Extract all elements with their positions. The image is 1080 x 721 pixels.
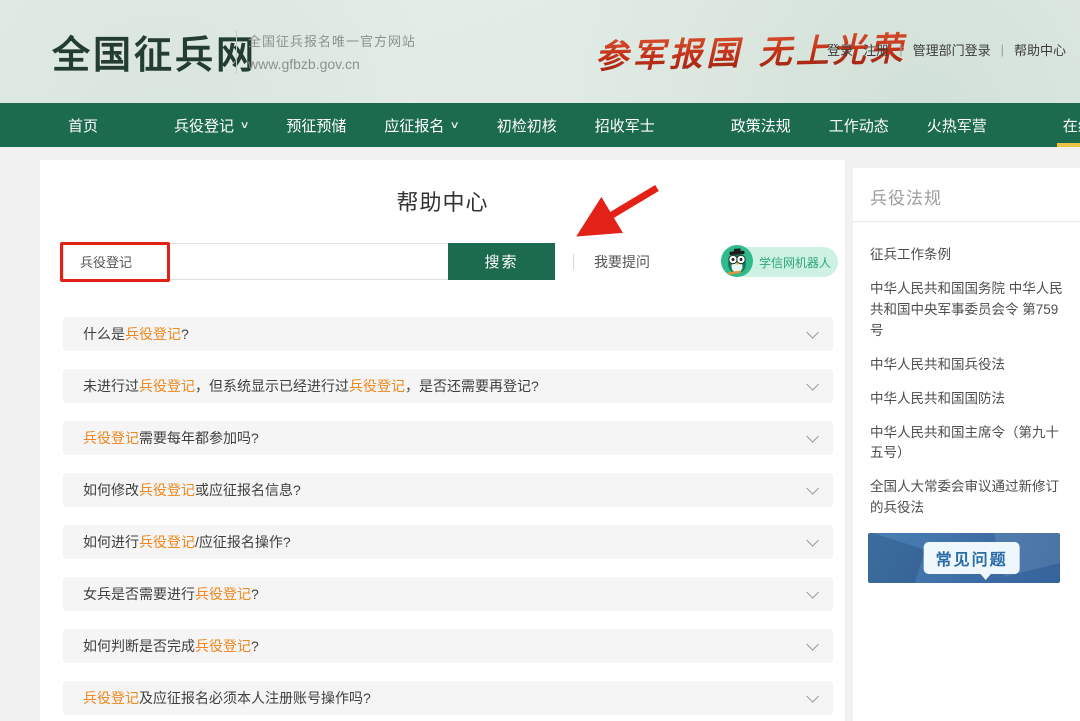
ask-question-link[interactable]: 我要提问 bbox=[594, 252, 650, 272]
nav-item-招收军士[interactable]: 招收军士 bbox=[595, 103, 655, 147]
chevron-down-icon[interactable] bbox=[806, 430, 819, 443]
ask-separator bbox=[573, 254, 574, 270]
logo-divider bbox=[236, 30, 237, 74]
chevron-down-icon[interactable] bbox=[806, 482, 819, 495]
faq-question-text: 兵役登记及应征报名必须本人注册账号操作吗? bbox=[83, 688, 806, 708]
faq-item[interactable]: 如何判断是否完成兵役登记? bbox=[63, 629, 833, 663]
law-link[interactable]: 全国人大常委会审议通过新修订的兵役法 bbox=[870, 477, 1063, 519]
nav-item-火热军营[interactable]: 火热军营 bbox=[927, 103, 987, 147]
chevron-down-icon[interactable] bbox=[806, 638, 819, 651]
highlighted-keyword: 兵役登记 bbox=[83, 430, 139, 446]
faq-banner-label: 常见问题 bbox=[924, 542, 1020, 574]
link-separator: | bbox=[899, 42, 902, 57]
faq-question-text: 如何进行兵役登记/应征报名操作? bbox=[83, 532, 806, 552]
highlighted-keyword: 兵役登记 bbox=[83, 690, 139, 706]
nav-item-label: 初检初核 bbox=[497, 115, 557, 136]
page: 全国征兵网 全国征兵报名唯一官方网站 www.gfbzb.gov.cn 参军报国… bbox=[0, 0, 1080, 721]
faq-item[interactable]: 如何修改兵役登记或应征报名信息? bbox=[63, 473, 833, 507]
nav-item-初检初核[interactable]: 初检初核 bbox=[497, 103, 557, 147]
highlighted-keyword: 兵役登记 bbox=[349, 378, 405, 394]
faq-question-text: 如何修改兵役登记或应征报名信息? bbox=[83, 480, 806, 500]
help-center-panel: 帮助中心 搜索 我要提问 学信网机器人 bbox=[40, 160, 845, 721]
chevron-down-icon[interactable] bbox=[806, 690, 819, 703]
chevron-down-icon: ∨ bbox=[450, 120, 460, 131]
admin-login-link[interactable]: 管理部门登录 bbox=[913, 40, 991, 59]
highlighted-keyword: 兵役登记 bbox=[139, 378, 195, 394]
search-button[interactable]: 搜索 bbox=[448, 243, 555, 280]
nav-item-label: 招收军士 bbox=[595, 115, 655, 136]
faq-item[interactable]: 兵役登记需要每年都参加吗? bbox=[63, 421, 833, 455]
robot-assistant-label: 学信网机器人 bbox=[759, 254, 831, 271]
chevron-down-icon[interactable] bbox=[806, 326, 819, 339]
nav-item-在线咨询[interactable]: 在线咨询 bbox=[1063, 103, 1080, 147]
sidebar-title: 兵役法规 bbox=[853, 168, 1080, 221]
owl-robot-icon bbox=[720, 244, 754, 278]
nav-item-label: 工作动态 bbox=[829, 115, 889, 136]
nav-item-label: 政策法规 bbox=[731, 115, 791, 136]
chevron-down-icon: ∨ bbox=[240, 120, 250, 131]
link-separator: | bbox=[1001, 42, 1004, 57]
nav-item-政策法规[interactable]: 政策法规 bbox=[731, 103, 791, 147]
faq-item[interactable]: 未进行过兵役登记，但系统显示已经进行过兵役登记，是否还需要再登记? bbox=[63, 369, 833, 403]
law-link[interactable]: 中华人民共和国国务院 中华人民共和国中央军事委员会令 第759号 bbox=[870, 279, 1063, 342]
tagline-text: 全国征兵报名唯一官方网站 bbox=[248, 31, 416, 50]
robot-assistant-badge[interactable]: 学信网机器人 bbox=[722, 247, 838, 277]
faq-item[interactable]: 什么是兵役登记? bbox=[63, 317, 833, 351]
main-nav: 首页 兵役登记 ∨ 预征预储 应征报名 ∨ 初检初核 招收军士 政策法规 工作动态 火热军营 在线咨询… bbox=[0, 103, 1080, 147]
site-header: 全国征兵网 全国征兵报名唯一官方网站 www.gfbzb.gov.cn 参军报国… bbox=[0, 0, 1080, 103]
highlighted-keyword: 兵役登记 bbox=[195, 638, 251, 654]
chevron-down-icon[interactable] bbox=[806, 378, 819, 391]
faq-item[interactable]: 兵役登记及应征报名必须本人注册账号操作吗? bbox=[63, 681, 833, 715]
site-tagline: 全国征兵报名唯一官方网站 www.gfbzb.gov.cn bbox=[248, 31, 416, 72]
sidebar: 兵役法规 征兵工作条例中华人民共和国国务院 中华人民共和国中央军事委员会令 第7… bbox=[853, 168, 1080, 721]
nav-item-首页[interactable]: 首页 bbox=[68, 103, 98, 147]
faq-question-text: 如何判断是否完成兵役登记? bbox=[83, 636, 806, 656]
nav-item-预征预储[interactable]: 预征预储 bbox=[286, 103, 346, 147]
law-link[interactable]: 中华人民共和国主席令（第九十五号） bbox=[870, 423, 1063, 465]
nav-item-label: 火热军营 bbox=[927, 115, 987, 136]
site-url: www.gfbzb.gov.cn bbox=[248, 56, 416, 72]
faq-question-text: 什么是兵役登记? bbox=[83, 324, 806, 344]
nav-item-工作动态[interactable]: 工作动态 bbox=[829, 103, 889, 147]
highlighted-keyword: 兵役登记 bbox=[139, 482, 195, 498]
faq-question-text: 未进行过兵役登记，但系统显示已经进行过兵役登记，是否还需要再登记? bbox=[83, 376, 806, 396]
highlighted-keyword: 兵役登记 bbox=[125, 326, 181, 342]
law-link[interactable]: 征兵工作条例 bbox=[870, 245, 1063, 266]
highlighted-keyword: 兵役登记 bbox=[139, 534, 195, 550]
chevron-down-icon[interactable] bbox=[806, 534, 819, 547]
chevron-down-icon[interactable] bbox=[806, 586, 819, 599]
nav-item-应征报名[interactable]: 应征报名 ∨ bbox=[384, 103, 458, 147]
nav-item-label: 首页 bbox=[68, 115, 98, 136]
faq-question-text: 兵役登记需要每年都参加吗? bbox=[83, 428, 806, 448]
login-link[interactable]: 登录 bbox=[827, 40, 853, 59]
nav-item-label: 应征报名 bbox=[384, 115, 444, 136]
highlighted-keyword: 兵役登记 bbox=[195, 586, 251, 602]
register-link[interactable]: 注册 bbox=[863, 40, 889, 59]
faq-list: 什么是兵役登记? 未进行过兵役登记，但系统显示已经进行过兵役登记，是否还需要再登记… bbox=[63, 317, 833, 721]
header-links: 登录 注册 | 管理部门登录 | 帮助中心 bbox=[827, 40, 1066, 59]
nav-item-label: 预征预储 bbox=[286, 115, 346, 136]
faq-item[interactable]: 如何进行兵役登记/应征报名操作? bbox=[63, 525, 833, 559]
search-row: 搜索 我要提问 bbox=[63, 243, 650, 280]
faq-question-text: 女兵是否需要进行兵役登记? bbox=[83, 584, 806, 604]
law-link[interactable]: 中华人民共和国兵役法 bbox=[870, 355, 1063, 376]
nav-item-label: 兵役登记 bbox=[174, 115, 234, 136]
nav-item-label: 在线咨询 bbox=[1063, 115, 1080, 136]
law-link[interactable]: 中华人民共和国国防法 bbox=[870, 389, 1063, 410]
nav-item-兵役登记[interactable]: 兵役登记 ∨ bbox=[174, 103, 248, 147]
faq-item[interactable]: 女兵是否需要进行兵役登记? bbox=[63, 577, 833, 611]
site-logo[interactable]: 全国征兵网 bbox=[52, 24, 257, 79]
search-input[interactable] bbox=[63, 243, 448, 280]
help-center-link[interactable]: 帮助中心 bbox=[1014, 40, 1066, 59]
faq-banner[interactable]: 常见问题 bbox=[868, 533, 1060, 583]
page-title: 帮助中心 bbox=[40, 185, 845, 217]
